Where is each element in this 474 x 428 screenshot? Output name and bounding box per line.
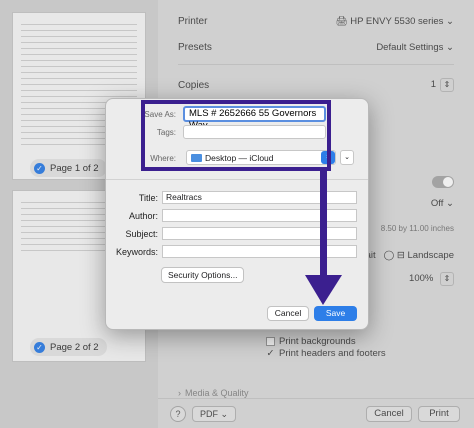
title-input[interactable]: Realtracs — [162, 191, 357, 204]
author-input[interactable] — [162, 209, 357, 222]
keywords-input[interactable] — [162, 245, 357, 258]
expand-button[interactable]: ⌄ — [340, 150, 354, 165]
author-label: Author: — [128, 211, 158, 221]
save-button[interactable]: Save — [314, 306, 357, 321]
divider — [106, 179, 368, 180]
subject-label: Subject: — [125, 229, 158, 239]
title-label: Title: — [138, 193, 158, 203]
annotation-highlight-box — [141, 100, 331, 171]
subject-input[interactable] — [162, 227, 357, 240]
cancel-button[interactable]: Cancel — [267, 306, 309, 321]
security-options-button[interactable]: Security Options... — [161, 267, 245, 283]
keywords-label: Keywords: — [115, 247, 158, 257]
